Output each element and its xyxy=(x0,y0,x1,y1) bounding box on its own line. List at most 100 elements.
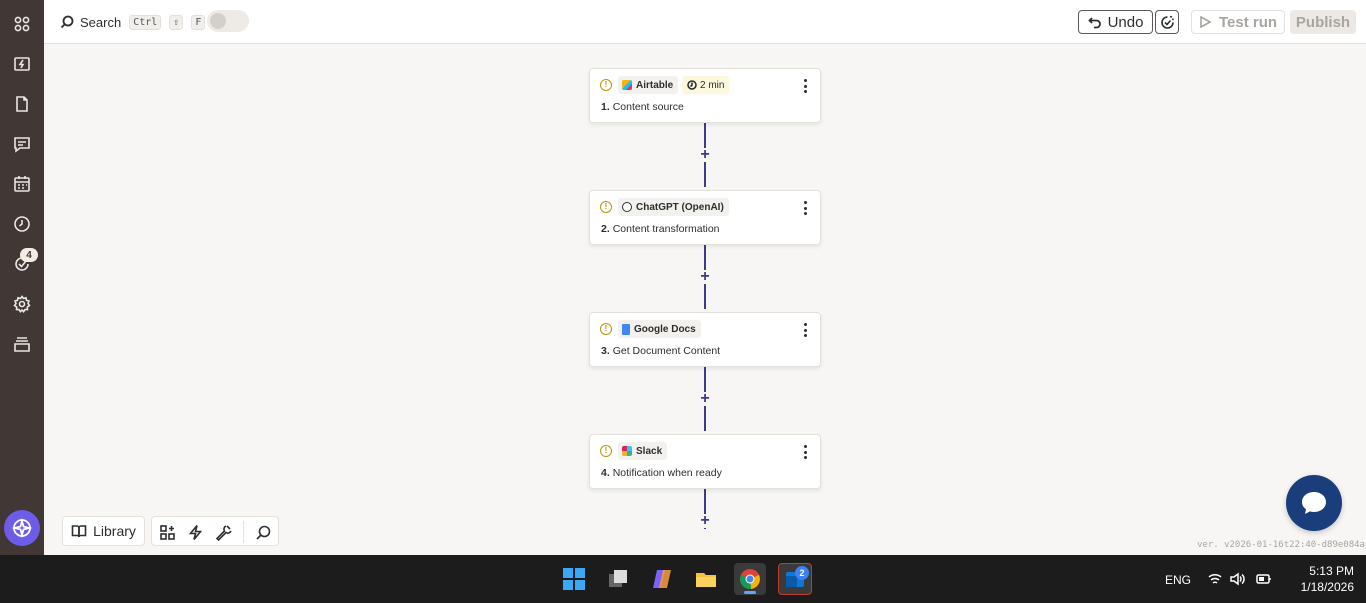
chrome-icon[interactable] xyxy=(734,563,766,595)
more-options-icon[interactable] xyxy=(800,323,810,337)
zaps-icon[interactable] xyxy=(10,52,34,76)
version-history-icon xyxy=(1160,15,1174,29)
clock-time: 5:13 PM xyxy=(1309,564,1354,578)
step-number: 3. xyxy=(601,345,610,357)
undo-button[interactable]: Undo xyxy=(1078,10,1153,34)
add-step-button[interactable]: + xyxy=(698,391,712,407)
battery-icon[interactable] xyxy=(1256,571,1272,587)
canvas-tools xyxy=(151,516,279,546)
toolbar-divider xyxy=(243,521,244,543)
outlook-badge: 2 xyxy=(795,566,809,580)
shortcut-key-f: F xyxy=(191,14,206,30)
shortcut-key-ctrl: Ctrl xyxy=(129,14,162,30)
apps-icon[interactable] xyxy=(10,12,34,36)
undo-icon xyxy=(1087,17,1101,29)
chat-bubble-icon xyxy=(1302,492,1326,514)
delay-time: 2 min xyxy=(700,79,725,91)
step-card-1[interactable]: ! Airtable 2 min 1. Content source xyxy=(589,68,821,123)
copilot-button[interactable] xyxy=(4,510,40,546)
step-number: 4. xyxy=(601,467,610,479)
app-name: ChatGPT (OpenAI) xyxy=(636,201,724,213)
step-card-3[interactable]: ! Google Docs 3. Get Document Content xyxy=(589,312,821,367)
support-chat-button[interactable] xyxy=(1286,475,1342,531)
airtable-logo-icon xyxy=(622,80,632,90)
app-chip: ChatGPT (OpenAI) xyxy=(618,198,729,216)
app-chip: Google Docs xyxy=(618,320,701,338)
interfaces-icon[interactable] xyxy=(10,132,34,156)
slack-logo-icon xyxy=(622,446,632,456)
workflow-canvas[interactable]: + + + + ! Airtable 2 min 1. Content sour… xyxy=(44,45,1366,555)
app-chip: Slack xyxy=(618,442,668,460)
book-icon xyxy=(71,525,87,538)
version-history-button[interactable] xyxy=(1155,10,1179,34)
step-card-4[interactable]: ! Slack 4. Notification when ready xyxy=(589,434,821,489)
language-indicator[interactable]: ENG xyxy=(1165,573,1191,587)
add-step-button[interactable]: + xyxy=(698,269,712,285)
outlook-icon[interactable]: 2 xyxy=(778,563,812,595)
windows-taskbar: 2 ENG 5:13 PM 1/18/2026 xyxy=(0,555,1366,603)
volume-icon[interactable] xyxy=(1229,571,1245,587)
google-docs-logo-icon xyxy=(622,323,630,335)
step-number: 2. xyxy=(601,223,610,235)
library-button[interactable]: Library xyxy=(62,516,145,546)
app-name: Airtable xyxy=(636,79,674,91)
warning-icon: ! xyxy=(600,445,612,457)
openai-logo-icon xyxy=(622,202,632,212)
test-run-label: Test run xyxy=(1218,13,1278,31)
warning-icon: ! xyxy=(600,323,612,335)
copilot-app-icon[interactable] xyxy=(646,563,678,595)
library-label: Library xyxy=(93,523,136,539)
undo-label: Undo xyxy=(1107,13,1144,31)
clock-icon xyxy=(687,80,697,90)
history-icon[interactable] xyxy=(10,212,34,236)
app-name: Google Docs xyxy=(634,323,696,335)
calendar-icon[interactable] xyxy=(10,172,34,196)
more-options-icon[interactable] xyxy=(800,445,810,459)
system-clock[interactable]: 5:13 PM 1/18/2026 xyxy=(1284,563,1354,595)
step-name: Notification when ready xyxy=(612,467,722,479)
delay-chip: 2 min xyxy=(682,76,730,94)
left-navigation-rail: 4 xyxy=(0,0,44,555)
shortcut-key-shift: ⇧ xyxy=(169,14,184,30)
settings-icon[interactable] xyxy=(10,292,34,316)
warning-icon: ! xyxy=(600,79,612,91)
add-step-button[interactable]: + xyxy=(698,513,712,529)
search-canvas-icon[interactable] xyxy=(253,522,273,542)
step-title: 3. Get Document Content xyxy=(601,345,720,357)
add-step-button[interactable]: + xyxy=(698,147,712,163)
editor-toggle[interactable] xyxy=(207,10,249,32)
windows-start-icon[interactable] xyxy=(558,563,590,595)
search-button[interactable]: Search Ctrl ⇧ F xyxy=(60,11,206,33)
publish-button[interactable]: Publish xyxy=(1290,10,1356,34)
search-icon xyxy=(60,15,74,29)
step-card-2[interactable]: ! ChatGPT (OpenAI) 2. Content transforma… xyxy=(589,190,821,245)
lightning-icon[interactable] xyxy=(185,522,205,542)
file-explorer-icon[interactable] xyxy=(690,563,722,595)
warning-icon: ! xyxy=(600,201,612,213)
play-icon xyxy=(1200,16,1211,28)
editor-topbar: Search Ctrl ⇧ F Undo Test run Publish xyxy=(44,0,1366,44)
step-name: Content transformation xyxy=(612,223,720,235)
tables-icon[interactable] xyxy=(10,92,34,116)
step-title: 2. Content transformation xyxy=(601,223,720,235)
step-title: 1. Content source xyxy=(601,101,684,113)
version-label: ver. v2026-01-16t22:40-d89e084a xyxy=(1197,540,1365,550)
active-indicator xyxy=(744,591,756,594)
app-name: Slack xyxy=(636,445,663,457)
task-view-icon[interactable] xyxy=(602,563,634,595)
more-options-icon[interactable] xyxy=(800,201,810,215)
more-icon[interactable] xyxy=(10,332,34,356)
step-name: Content source xyxy=(612,101,684,113)
app-chip: Airtable xyxy=(618,76,679,94)
clock-date: 1/18/2026 xyxy=(1300,580,1354,594)
test-run-button[interactable]: Test run xyxy=(1191,10,1285,34)
tools-icon[interactable] xyxy=(213,522,233,542)
search-label: Search xyxy=(80,14,122,30)
wifi-icon[interactable] xyxy=(1207,571,1223,587)
step-name: Get Document Content xyxy=(612,345,721,357)
step-number: 1. xyxy=(601,101,610,113)
add-app-icon[interactable] xyxy=(157,522,177,542)
step-title: 4. Notification when ready xyxy=(601,467,722,479)
more-options-icon[interactable] xyxy=(800,79,810,93)
activity-badge: 4 xyxy=(20,248,38,262)
